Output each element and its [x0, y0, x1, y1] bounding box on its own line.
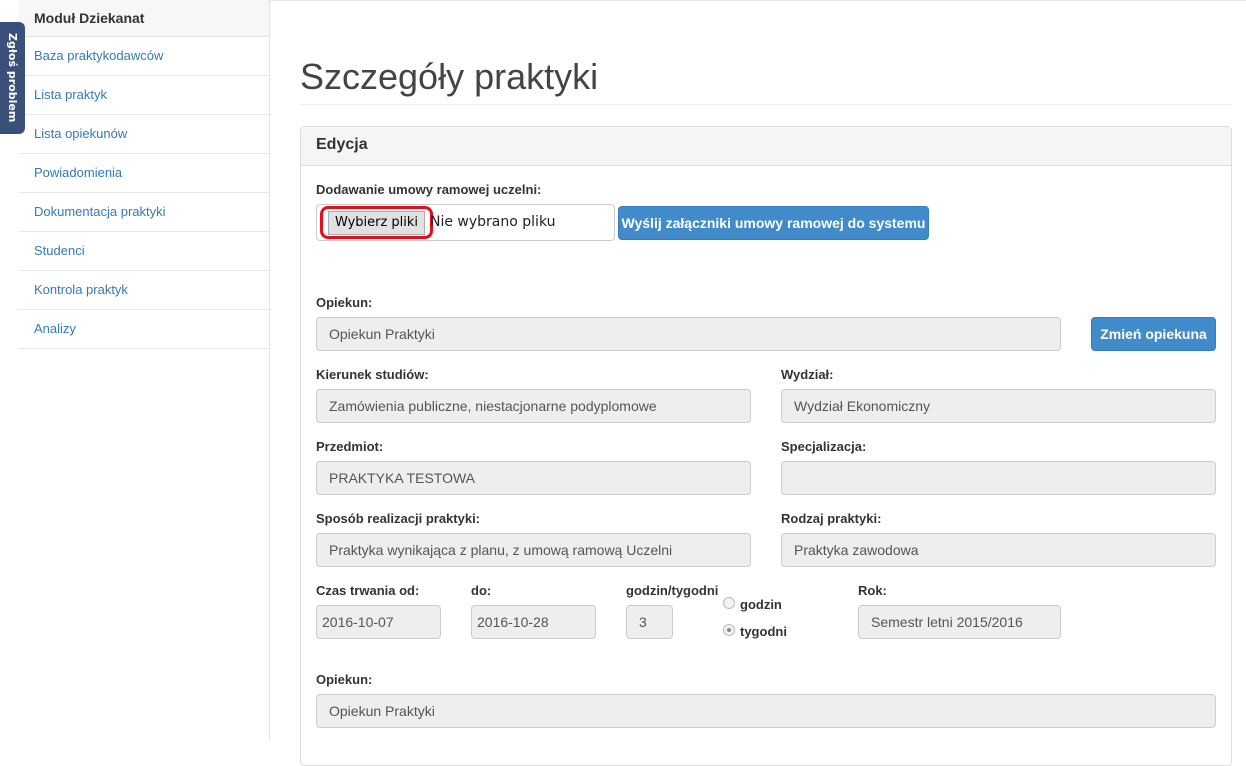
field-of-study-field[interactable]: Zamówienia publiczne, niestacjonarne pod… [316, 389, 751, 423]
sidebar: Moduł Dziekanat Baza praktykodawców List… [19, 0, 270, 739]
supervisor2-field[interactable]: Opiekun Praktyki [316, 694, 1216, 728]
sidebar-item-kontrola-praktyk[interactable]: Kontrola praktyk [19, 271, 269, 310]
year-field[interactable]: Semestr letni 2015/2016 [858, 605, 1061, 639]
faculty-label: Wydział: [781, 367, 834, 382]
sidebar-header: Moduł Dziekanat [19, 0, 269, 37]
choose-files-button[interactable]: Wybierz pliki [328, 211, 425, 235]
duration-to-label: do: [471, 583, 492, 598]
sidebar-item-studenci[interactable]: Studenci [19, 232, 269, 271]
subject-field[interactable]: PRAKTYKA TESTOWA [316, 461, 751, 495]
radio-godzin[interactable] [723, 597, 735, 609]
supervisor-field[interactable]: Opiekun Praktyki [316, 317, 1061, 351]
year-label: Rok: [858, 583, 887, 598]
upload-label: Dodawanie umowy ramowej uczelni: [316, 182, 542, 197]
panel-heading: Edycja [301, 127, 1231, 166]
duration-from-field[interactable]: 2016-10-07 [316, 605, 441, 639]
send-attachments-button[interactable]: Wyślij załączniki umowy ramowej do syste… [618, 206, 929, 240]
internship-type-field[interactable]: Praktyka zawodowa [781, 533, 1216, 567]
title-divider [300, 104, 1232, 105]
supervisor-label: Opiekun: [316, 295, 373, 310]
edit-panel: Edycja Dodawanie umowy ramowej uczelni: … [300, 126, 1232, 766]
specialization-field[interactable] [781, 461, 1216, 495]
duration-from-label: Czas trwania od: [316, 583, 420, 598]
specialization-label: Specjalizacja: [781, 439, 867, 454]
change-supervisor-button[interactable]: Zmień opiekuna [1091, 317, 1216, 351]
sidebar-item-lista-praktyk[interactable]: Lista praktyk [19, 76, 269, 115]
report-problem-tab[interactable]: Zgłoś problem [0, 22, 25, 134]
sidebar-item-dokumentacja-praktyki[interactable]: Dokumentacja praktyki [19, 193, 269, 232]
page-title: Szczegóły praktyki [300, 56, 599, 97]
sidebar-item-analizy[interactable]: Analizy [19, 310, 269, 349]
top-divider [270, 0, 1246, 1]
internship-type-label: Rodzaj praktyki: [781, 511, 882, 526]
report-problem-label: Zgłoś problem [6, 33, 19, 123]
supervisor2-label: Opiekun: [316, 672, 373, 687]
sidebar-item-powiadomienia[interactable]: Powiadomienia [19, 154, 269, 193]
faculty-field[interactable]: Wydział Ekonomiczny [781, 389, 1216, 423]
file-input[interactable]: Wybierz pliki Nie wybrano pliku [316, 204, 615, 241]
mode-label: Sposób realizacji praktyki: [316, 511, 481, 526]
mode-field[interactable]: Praktyka wynikająca z planu, z umową ram… [316, 533, 751, 567]
sidebar-item-baza-praktykodawcow[interactable]: Baza praktykodawców [19, 37, 269, 76]
file-status: Nie wybrano pliku [430, 214, 556, 230]
hours-field[interactable]: 3 [626, 605, 673, 639]
radio-godzin-label: godzin [740, 597, 782, 612]
radio-tygodni[interactable] [723, 624, 735, 636]
duration-to-field[interactable]: 2016-10-28 [471, 605, 596, 639]
radio-tygodni-label: tygodni [740, 624, 787, 639]
subject-label: Przedmiot: [316, 439, 384, 454]
hours-label: godzin/tygodni [626, 583, 719, 598]
sidebar-item-lista-opiekunow[interactable]: Lista opiekunów [19, 115, 269, 154]
field-of-study-label: Kierunek studiów: [316, 367, 429, 382]
